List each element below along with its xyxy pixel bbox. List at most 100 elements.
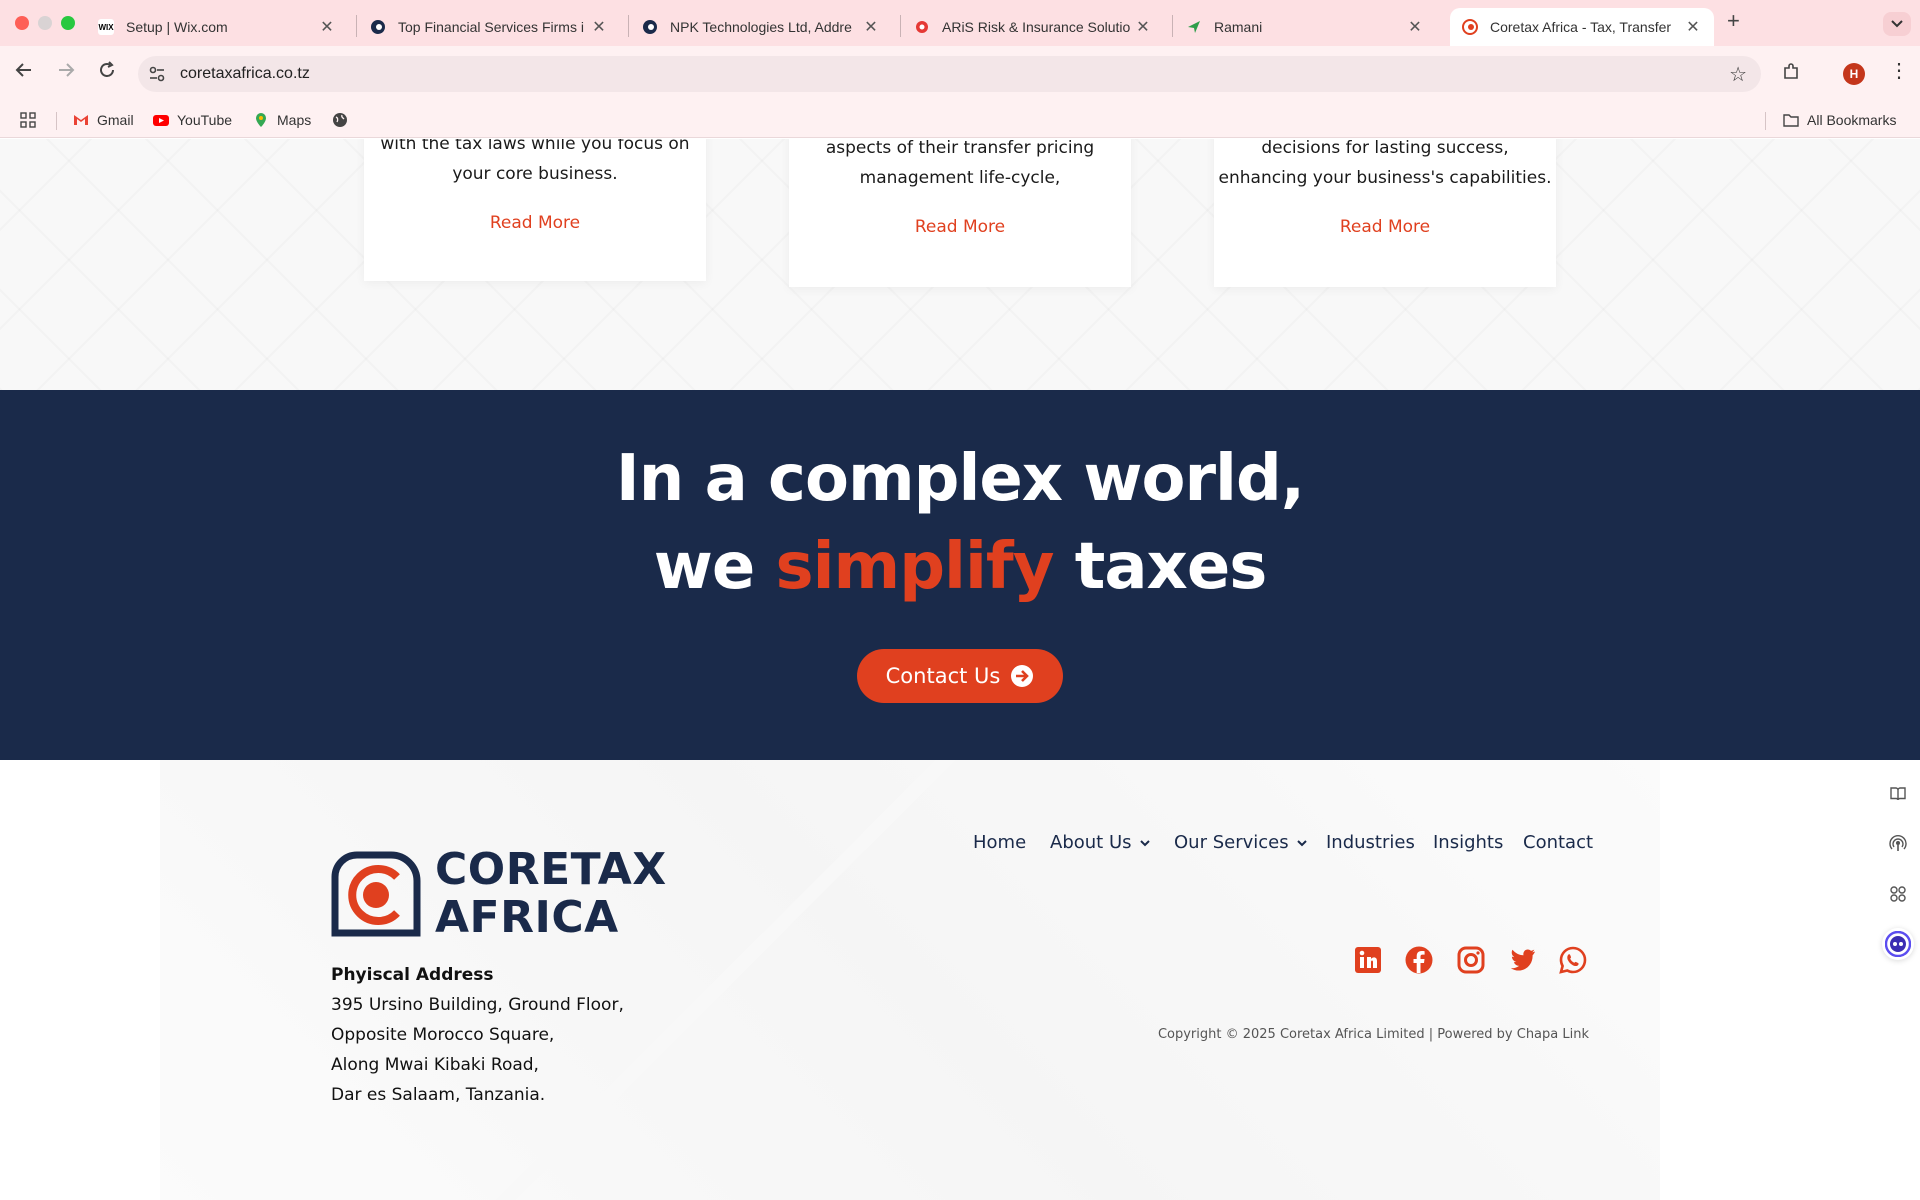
card-text-line: with the tax laws while you focus on [380,139,690,154]
folder-icon [1783,114,1799,127]
close-tab-icon[interactable]: ✕ [590,17,608,37]
read-more-link[interactable]: Read More [364,213,706,233]
wix-favicon-icon: WIX [98,19,114,35]
address-bar[interactable]: coretaxafrica.co.tz ☆ [138,56,1761,92]
read-more-link[interactable]: Read More [1214,217,1556,237]
tab-aris-insurance[interactable]: ARiS Risk & Insurance Solutio ✕ [902,8,1164,46]
footer-nav-about-us[interactable]: About Us [1050,832,1150,853]
bookmark-globe[interactable] [332,112,356,128]
linkedin-icon[interactable] [1353,945,1383,975]
browser-menu-icon[interactable]: ⋮ [1889,58,1909,83]
bookmark-label: YouTube [177,112,233,128]
chevron-down-icon [1139,839,1150,846]
contact-us-button[interactable]: Contact Us [857,649,1063,703]
new-tab-icon[interactable]: + [1727,8,1740,34]
globe-icon [333,113,347,127]
bookmarks-bar: Gmail YouTube Maps All Bookmarks [0,104,1920,138]
web-page: with the tax laws while you focus on you… [0,139,1920,1200]
read-more-link[interactable]: Read More [789,217,1131,237]
coretax-favicon-icon [1462,19,1478,35]
twitter-icon[interactable] [1507,945,1537,975]
tab-title: Ramani [1214,19,1263,35]
bookmark-maps[interactable]: Maps [253,112,311,128]
extensions-icon[interactable] [1781,62,1801,87]
card-text-line: management life-cycle, [859,168,1061,188]
card-text-line: decisions for lasting success, [1261,139,1509,158]
tab-coretax-active[interactable]: Coretax Africa - Tax, Transfer ✕ [1450,8,1714,46]
gmail-icon [74,115,88,125]
all-bookmarks-label: All Bookmarks [1807,112,1897,128]
bookmark-youtube[interactable]: YouTube [153,112,232,128]
arrow-circle-right-icon [1011,665,1034,687]
coretax-logo[interactable]: CORETAX AFRICA [331,846,667,942]
address-line: 395 Ursino Building, Ground Floor, [331,995,624,1015]
address-line: Dar es Salaam, Tanzania. [331,1085,546,1105]
banner-heading-pre: we [653,530,776,604]
apps-grid-icon[interactable] [20,112,44,128]
footer-nav-label: Our Services [1174,832,1289,853]
url-text[interactable]: coretaxafrica.co.tz [180,65,310,83]
coretax-favicon-icon [642,19,658,35]
footer-nav-insights[interactable]: Insights [1433,832,1503,853]
banner-heading-line1: In a complex world, [615,442,1305,516]
banner-heading-accent: simplify [775,530,1055,604]
tab-wix-setup[interactable]: WIX Setup | Wix.com ✕ [86,8,348,46]
tab-title: Top Financial Services Firms i [398,19,584,35]
tab-search-chevron-icon[interactable] [1883,12,1911,36]
tab-financial-firms[interactable]: Top Financial Services Firms i ✕ [358,8,620,46]
card-text-line: aspects of their transfer pricing [825,139,1095,158]
service-card: aspects of their transfer pricing manage… [789,139,1131,287]
reading-mode-icon[interactable] [1882,778,1914,810]
whatsapp-icon[interactable] [1558,945,1588,975]
address-line: Opposite Morocco Square, [331,1025,555,1045]
site-footer: CORETAX AFRICA Phyiscal Address 395 Ursi… [0,760,1920,1200]
footer-nav-contact[interactable]: Contact [1523,832,1593,853]
close-tab-icon[interactable]: ✕ [862,17,880,37]
logo-line1: CORETAX [435,844,667,895]
coretax-favicon-icon [370,19,386,35]
close-tab-icon[interactable]: ✕ [1134,17,1152,37]
tab-ramani[interactable]: Ramani ✕ [1174,8,1436,46]
chevron-down-icon [1296,839,1307,846]
facebook-icon[interactable] [1404,945,1434,975]
close-tab-icon[interactable]: ✕ [318,17,336,37]
tab-title: Setup | Wix.com [126,19,228,35]
browser-tab-bar: WIX Setup | Wix.com ✕ Top Financial Serv… [0,0,1920,46]
address-line: Along Mwai Kibaki Road, [331,1055,539,1075]
footer-nav-home[interactable]: Home [973,832,1026,853]
apps-icon[interactable] [1882,878,1914,910]
assistant-bot-icon[interactable] [1882,928,1914,960]
coretax-logo-mark-icon [331,851,421,937]
bookmark-gmail[interactable]: Gmail [73,112,134,128]
forward-icon[interactable] [56,60,76,86]
cta-banner: In a complex world, we simplify taxes [0,390,1920,760]
minimize-window-button[interactable] [38,16,52,30]
contact-us-label: Contact Us [885,664,1001,688]
maximize-window-button[interactable] [61,16,75,30]
podcast-icon[interactable] [1882,828,1914,860]
tab-title: Coretax Africa - Tax, Transfer [1490,19,1672,35]
tab-title: NPK Technologies Ltd, Addre [670,19,852,35]
maps-icon [256,113,266,127]
back-icon[interactable] [14,60,34,86]
service-card: with the tax laws while you focus on you… [364,139,706,281]
close-tab-icon[interactable]: ✕ [1406,17,1424,37]
profile-avatar[interactable]: H [1843,63,1865,85]
all-bookmarks[interactable]: All Bookmarks [1783,112,1896,128]
close-tab-icon[interactable]: ✕ [1684,17,1702,37]
footer-nav-industries[interactable]: Industries [1326,832,1415,853]
site-settings-icon[interactable] [148,65,166,83]
close-window-button[interactable] [15,16,29,30]
footer-nav-our-services[interactable]: Our Services [1174,832,1307,853]
instagram-icon[interactable] [1456,945,1486,975]
physical-address: Phyiscal Address 395 Ursino Building, Gr… [331,960,624,1110]
side-toolbar [1876,778,1920,978]
footer-nav-label: About Us [1050,832,1132,853]
tab-title: ARiS Risk & Insurance Solutio [942,19,1131,35]
bookmark-star-icon[interactable]: ☆ [1729,62,1747,87]
bookmark-label: Maps [277,112,312,128]
card-text-line: your core business. [452,164,618,184]
ramani-favicon-icon [1186,19,1202,35]
tab-npk-technologies[interactable]: NPK Technologies Ltd, Addre ✕ [630,8,892,46]
reload-icon[interactable] [97,60,117,86]
